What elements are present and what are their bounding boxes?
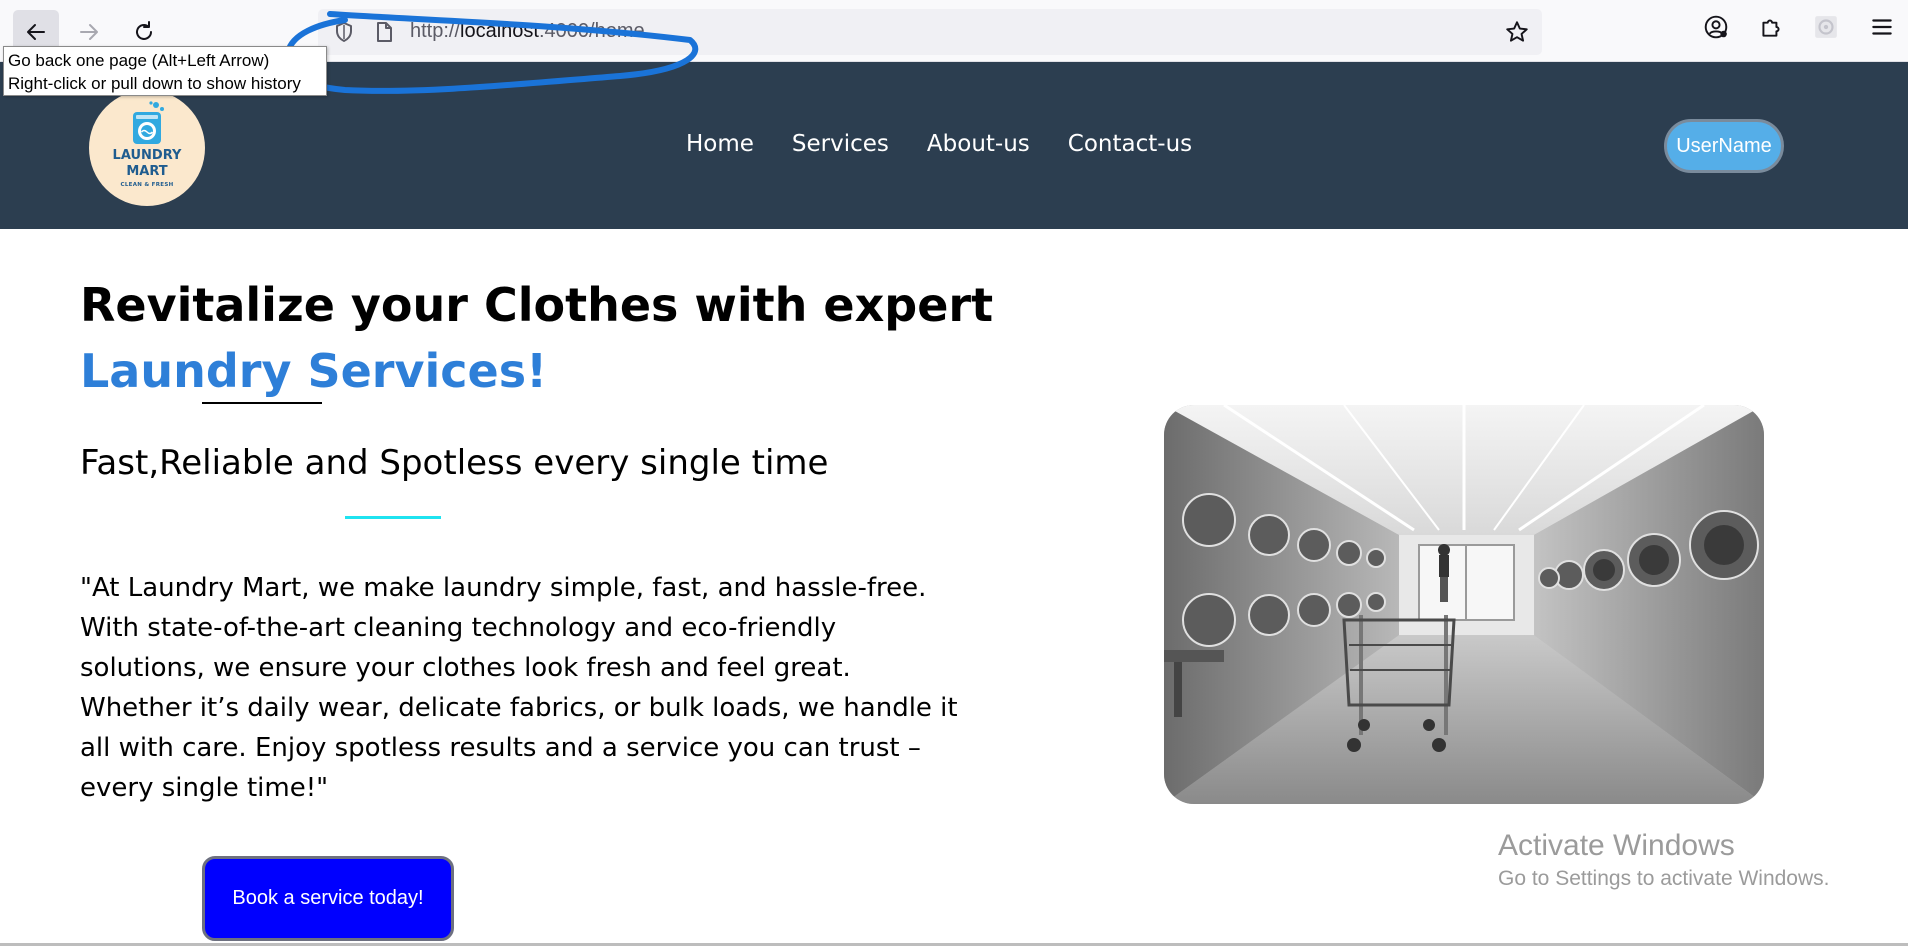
hero-headline-highlight: Laundry Services! — [80, 344, 548, 398]
arrow-right-icon — [80, 24, 98, 40]
watermark-title: Activate Windows — [1498, 829, 1735, 862]
book-service-button[interactable]: Book a service today! — [202, 856, 454, 941]
laundromat-photo — [1164, 405, 1764, 804]
back-button-tooltip: Go back one page (Alt+Left Arrow) Right-… — [3, 46, 327, 96]
laundry-mart-logo[interactable]: LAUNDRY MART CLEAN & FRESH — [89, 90, 205, 206]
description-line: solutions, we ensure your clothes look f… — [80, 653, 851, 683]
extensions-icon[interactable] — [1758, 14, 1784, 40]
url-text[interactable]: http://localhost:4000/home — [410, 20, 645, 43]
account-icon[interactable] — [1703, 14, 1729, 40]
logo-tagline: CLEAN & FRESH — [120, 182, 174, 188]
page-icon[interactable] — [372, 20, 396, 44]
shield-icon[interactable] — [332, 20, 356, 44]
hero-headline: Revitalize your Clothes with expert — [80, 278, 994, 332]
description-line: Whether it’s daily wear, delicate fabric… — [80, 693, 958, 723]
url-prefix: http:// — [410, 20, 461, 42]
hero-description: "At Laundry Mart, we make laundry simple… — [80, 568, 1015, 808]
menu-icon[interactable] — [1869, 14, 1895, 40]
main-nav: Home Services About-us Contact-us — [686, 131, 1192, 157]
reload-icon — [136, 21, 152, 40]
description-line: With state-of-the-art cleaning technolog… — [80, 613, 837, 643]
nav-link-contact-us[interactable]: Contact-us — [1068, 131, 1192, 157]
nav-link-services[interactable]: Services — [792, 131, 889, 157]
tooltip-line: Go back one page (Alt+Left Arrow) — [8, 51, 270, 70]
description-line: all with care. Enjoy spotless results an… — [80, 733, 921, 763]
description-line: "At Laundry Mart, we make laundry simple… — [80, 573, 927, 603]
laundromat-photo-illustration — [1164, 405, 1764, 804]
url-host: localhost — [460, 20, 539, 42]
bookmark-star-icon[interactable] — [1504, 19, 1530, 45]
washing-machine-icon — [133, 101, 164, 144]
nav-link-home[interactable]: Home — [686, 131, 754, 157]
arrow-left-icon — [27, 24, 45, 40]
url-path: :4000/home — [538, 20, 645, 42]
headline-underline — [202, 402, 322, 404]
description-line: every single time!" — [80, 773, 329, 803]
address-bar[interactable]: http://localhost:4000/home — [318, 9, 1542, 55]
nav-link-about-us[interactable]: About-us — [927, 131, 1030, 157]
extension-badge-icon[interactable] — [1813, 14, 1839, 40]
logo-text-laundry: LAUNDRY — [112, 148, 182, 163]
hero-subtitle: Fast,Reliable and Spotless every single … — [80, 443, 829, 483]
watermark-subtitle: Go to Settings to activate Windows. — [1498, 867, 1830, 890]
username-button[interactable]: UserName — [1664, 119, 1784, 173]
tooltip-line: Right-click or pull down to show history — [8, 74, 301, 93]
windows-activation-watermark: Activate Windows Go to Settings to activ… — [1498, 829, 1830, 891]
subtitle-divider — [345, 516, 441, 519]
logo-text-mart: MART — [126, 164, 168, 179]
